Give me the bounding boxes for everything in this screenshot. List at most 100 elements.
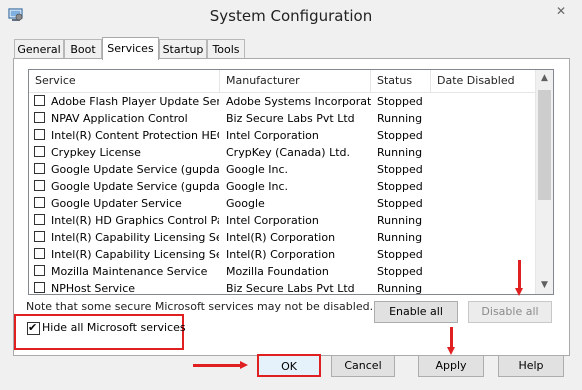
- tab-tools[interactable]: Tools: [207, 39, 245, 58]
- table-row[interactable]: Intel(R) Capability Licensing Ser... Inte…: [29, 246, 535, 263]
- service-name: Mozilla Maintenance Service: [51, 265, 208, 278]
- scroll-down-icon[interactable]: ▼: [536, 277, 553, 294]
- ok-button[interactable]: OK: [257, 354, 321, 377]
- service-name: NPAV Application Control: [51, 112, 188, 125]
- table-row[interactable]: Google Update Service (gupdate) Google In…: [29, 161, 535, 178]
- service-date-disabled: [437, 212, 527, 229]
- service-name: Crypkey License: [51, 146, 141, 159]
- hide-ms-services-label[interactable]: Hide all Microsoft services: [42, 321, 186, 334]
- tab-general[interactable]: General: [14, 39, 64, 58]
- service-date-disabled: [437, 195, 527, 212]
- service-checkbox[interactable]: [34, 180, 45, 191]
- service-name: Intel(R) Capability Licensing Ser...: [51, 231, 219, 244]
- service-name: Intel(R) Content Protection HEC...: [51, 129, 219, 142]
- service-manufacturer: Biz Secure Labs Pvt Ltd: [226, 112, 355, 125]
- service-checkbox[interactable]: [34, 197, 45, 208]
- column-header-date-disabled[interactable]: Date Disabled: [431, 70, 535, 92]
- service-date-disabled: [437, 178, 527, 195]
- service-manufacturer: Intel Corporation: [226, 214, 319, 227]
- tab-boot-label: Boot: [70, 43, 96, 56]
- service-status: Running: [377, 231, 423, 244]
- service-status: Stopped: [377, 95, 423, 108]
- service-date-disabled: [437, 161, 527, 178]
- table-row[interactable]: NPHost Service Biz Secure Labs Pvt Ltd Run…: [29, 280, 535, 295]
- table-row[interactable]: NPAV Application Control Biz Secure Labs …: [29, 110, 535, 127]
- service-checkbox[interactable]: [34, 282, 45, 293]
- service-checkbox[interactable]: [34, 112, 45, 123]
- service-status: Running: [377, 112, 423, 125]
- service-date-disabled: [437, 229, 527, 246]
- service-name: NPHost Service: [51, 282, 136, 295]
- service-name: Google Update Service (gupdatem): [51, 180, 219, 193]
- service-checkbox[interactable]: [34, 129, 45, 140]
- tab-services-label: Services: [107, 42, 154, 55]
- service-manufacturer: Intel(R) Corporation: [226, 248, 336, 261]
- service-status: Stopped: [377, 129, 423, 142]
- service-date-disabled: [437, 263, 527, 280]
- tab-services[interactable]: Services: [102, 37, 159, 60]
- service-checkbox[interactable]: [34, 163, 45, 174]
- service-checkbox[interactable]: [34, 231, 45, 242]
- service-name: Google Update Service (gupdate): [51, 163, 219, 176]
- service-checkbox[interactable]: [34, 146, 45, 157]
- service-manufacturer: Google Inc.: [226, 180, 289, 193]
- tab-boot[interactable]: Boot: [64, 39, 102, 58]
- table-row[interactable]: Google Update Service (gupdatem) Google I…: [29, 178, 535, 195]
- close-window-button[interactable]: ✕: [548, 2, 574, 20]
- service-manufacturer: Google Inc.: [226, 163, 289, 176]
- service-name: Intel(R) HD Graphics Control Pa...: [51, 214, 219, 227]
- annotation-arrow-ok-head: [240, 361, 248, 369]
- service-date-disabled: [437, 144, 527, 161]
- service-status: Stopped: [377, 265, 423, 278]
- service-checkbox[interactable]: [34, 95, 45, 106]
- enable-all-button[interactable]: Enable all: [374, 301, 458, 323]
- close-icon: ✕: [555, 4, 567, 18]
- service-checkbox[interactable]: [34, 248, 45, 259]
- table-row[interactable]: Intel(R) Content Protection HEC... Intel …: [29, 127, 535, 144]
- service-manufacturer: Biz Secure Labs Pvt Ltd: [226, 282, 355, 295]
- tab-startup-label: Startup: [162, 43, 204, 56]
- table-row[interactable]: Crypkey License CrypKey (Canada) Ltd. Runn…: [29, 144, 535, 161]
- hide-ms-services-checkbox[interactable]: ✔: [27, 321, 40, 335]
- services-list-header: Service Manufacturer Status Date Disable…: [29, 70, 535, 93]
- scroll-up-icon[interactable]: ▲: [536, 70, 553, 87]
- service-name: Google Updater Service: [51, 197, 182, 210]
- apply-button[interactable]: Apply: [418, 355, 484, 377]
- scrollbar-thumb[interactable]: [538, 90, 551, 200]
- service-manufacturer: Adobe Systems Incorporated: [226, 95, 371, 108]
- column-header-service[interactable]: Service: [29, 70, 220, 92]
- service-date-disabled: [437, 110, 527, 127]
- disable-all-button[interactable]: Disable all: [468, 301, 552, 323]
- service-manufacturer: CrypKey (Canada) Ltd.: [226, 146, 350, 159]
- services-rows: Adobe Flash Player Update Service Adobe S…: [29, 93, 535, 295]
- service-checkbox[interactable]: [34, 265, 45, 276]
- table-row[interactable]: Adobe Flash Player Update Service Adobe S…: [29, 93, 535, 110]
- service-checkbox[interactable]: [34, 214, 45, 225]
- checkmark-icon: ✔: [28, 321, 38, 334]
- column-header-manufacturer[interactable]: Manufacturer: [220, 70, 371, 92]
- services-list[interactable]: Service Manufacturer Status Date Disable…: [28, 69, 554, 295]
- services-list-scrollbar[interactable]: ▲ ▼: [535, 70, 553, 294]
- tab-startup[interactable]: Startup: [159, 39, 207, 58]
- column-header-status[interactable]: Status: [371, 70, 431, 92]
- service-date-disabled: [437, 280, 527, 294]
- window-title: System Configuration: [209, 7, 373, 25]
- service-manufacturer: Mozilla Foundation: [226, 265, 329, 278]
- table-row[interactable]: Google Updater Service Google Stopped: [29, 195, 535, 212]
- help-button[interactable]: Help: [498, 355, 564, 377]
- title-bar: System Configuration ✕: [0, 0, 582, 34]
- table-row[interactable]: Intel(R) HD Graphics Control Pa... Intel …: [29, 212, 535, 229]
- table-row[interactable]: Mozilla Maintenance Service Mozilla Found…: [29, 263, 535, 280]
- service-date-disabled: [437, 127, 527, 144]
- service-status: Stopped: [377, 163, 423, 176]
- service-status: Stopped: [377, 180, 423, 193]
- annotation-arrow-disable-shaft: [518, 260, 521, 290]
- service-date-disabled: [437, 93, 527, 110]
- annotation-arrow-apply-shaft: [450, 327, 453, 349]
- table-row[interactable]: Intel(R) Capability Licensing Ser... Inte…: [29, 229, 535, 246]
- service-status: Running: [377, 282, 423, 295]
- annotation-arrow-disable-head: [515, 288, 523, 296]
- annotation-arrow-apply-head: [447, 347, 455, 355]
- tab-tools-label: Tools: [212, 43, 240, 56]
- cancel-button[interactable]: Cancel: [331, 355, 395, 377]
